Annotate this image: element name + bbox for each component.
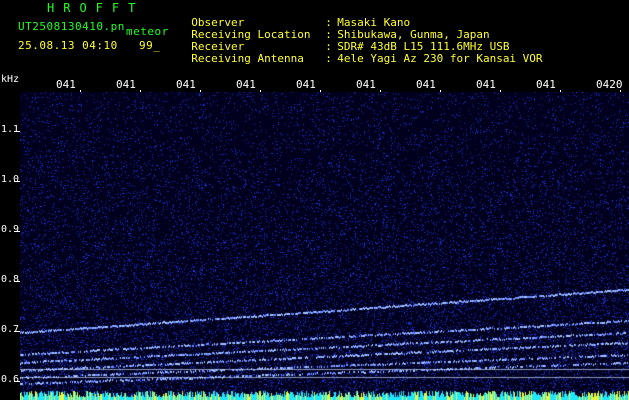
- freq-tick-label: 0.8: [1, 274, 20, 285]
- time-tick-label: 041: [236, 78, 256, 91]
- info-label: Receiving Antenna: [191, 52, 304, 65]
- counter-label: 99_: [139, 39, 161, 52]
- time-tick-label: 041: [116, 78, 136, 91]
- spectrogram-canvas: [20, 92, 629, 400]
- filename-label: UT2508130410.pn: [18, 20, 125, 33]
- time-tick-label: 041: [176, 78, 196, 91]
- freq-tick-label: 0.6: [1, 374, 20, 385]
- info-value: 4ele Yagi Az 230 for Kansai VOR: [337, 52, 543, 65]
- frequency-unit: kHz: [1, 74, 20, 85]
- freq-tick-label: 0.7: [1, 324, 20, 335]
- mode-label: meteor: [126, 25, 169, 38]
- time-tick-label: 041: [476, 78, 496, 91]
- frequency-axis: kHz 1.1 1.0 0.9 0.8 0.7 0.6: [0, 74, 20, 400]
- time-tick-label: 041: [416, 78, 436, 91]
- freq-tick-label: 1.1: [1, 124, 20, 135]
- time-tick-label: 041: [296, 78, 316, 91]
- time-tick-label: 041: [56, 78, 76, 91]
- app-brand: HROFFT: [47, 1, 145, 15]
- freq-tick-label: 1.0: [1, 174, 20, 185]
- freq-tick-label: 0.9: [1, 224, 20, 235]
- time-axis: 041 041 041 041 041 041 041 041 041 0420: [0, 79, 629, 93]
- time-tick-label: 041: [356, 78, 376, 91]
- info-row-antenna: Receiving Antenna:4ele Yagi Az 230 for K…: [178, 41, 543, 65]
- datetime-label: 25.08.13 04:10: [18, 39, 118, 52]
- time-tick-label: 0420: [596, 78, 623, 91]
- spectrogram-plot: [20, 92, 629, 400]
- time-tick-label: 041: [536, 78, 556, 91]
- info-separator: :: [325, 52, 332, 65]
